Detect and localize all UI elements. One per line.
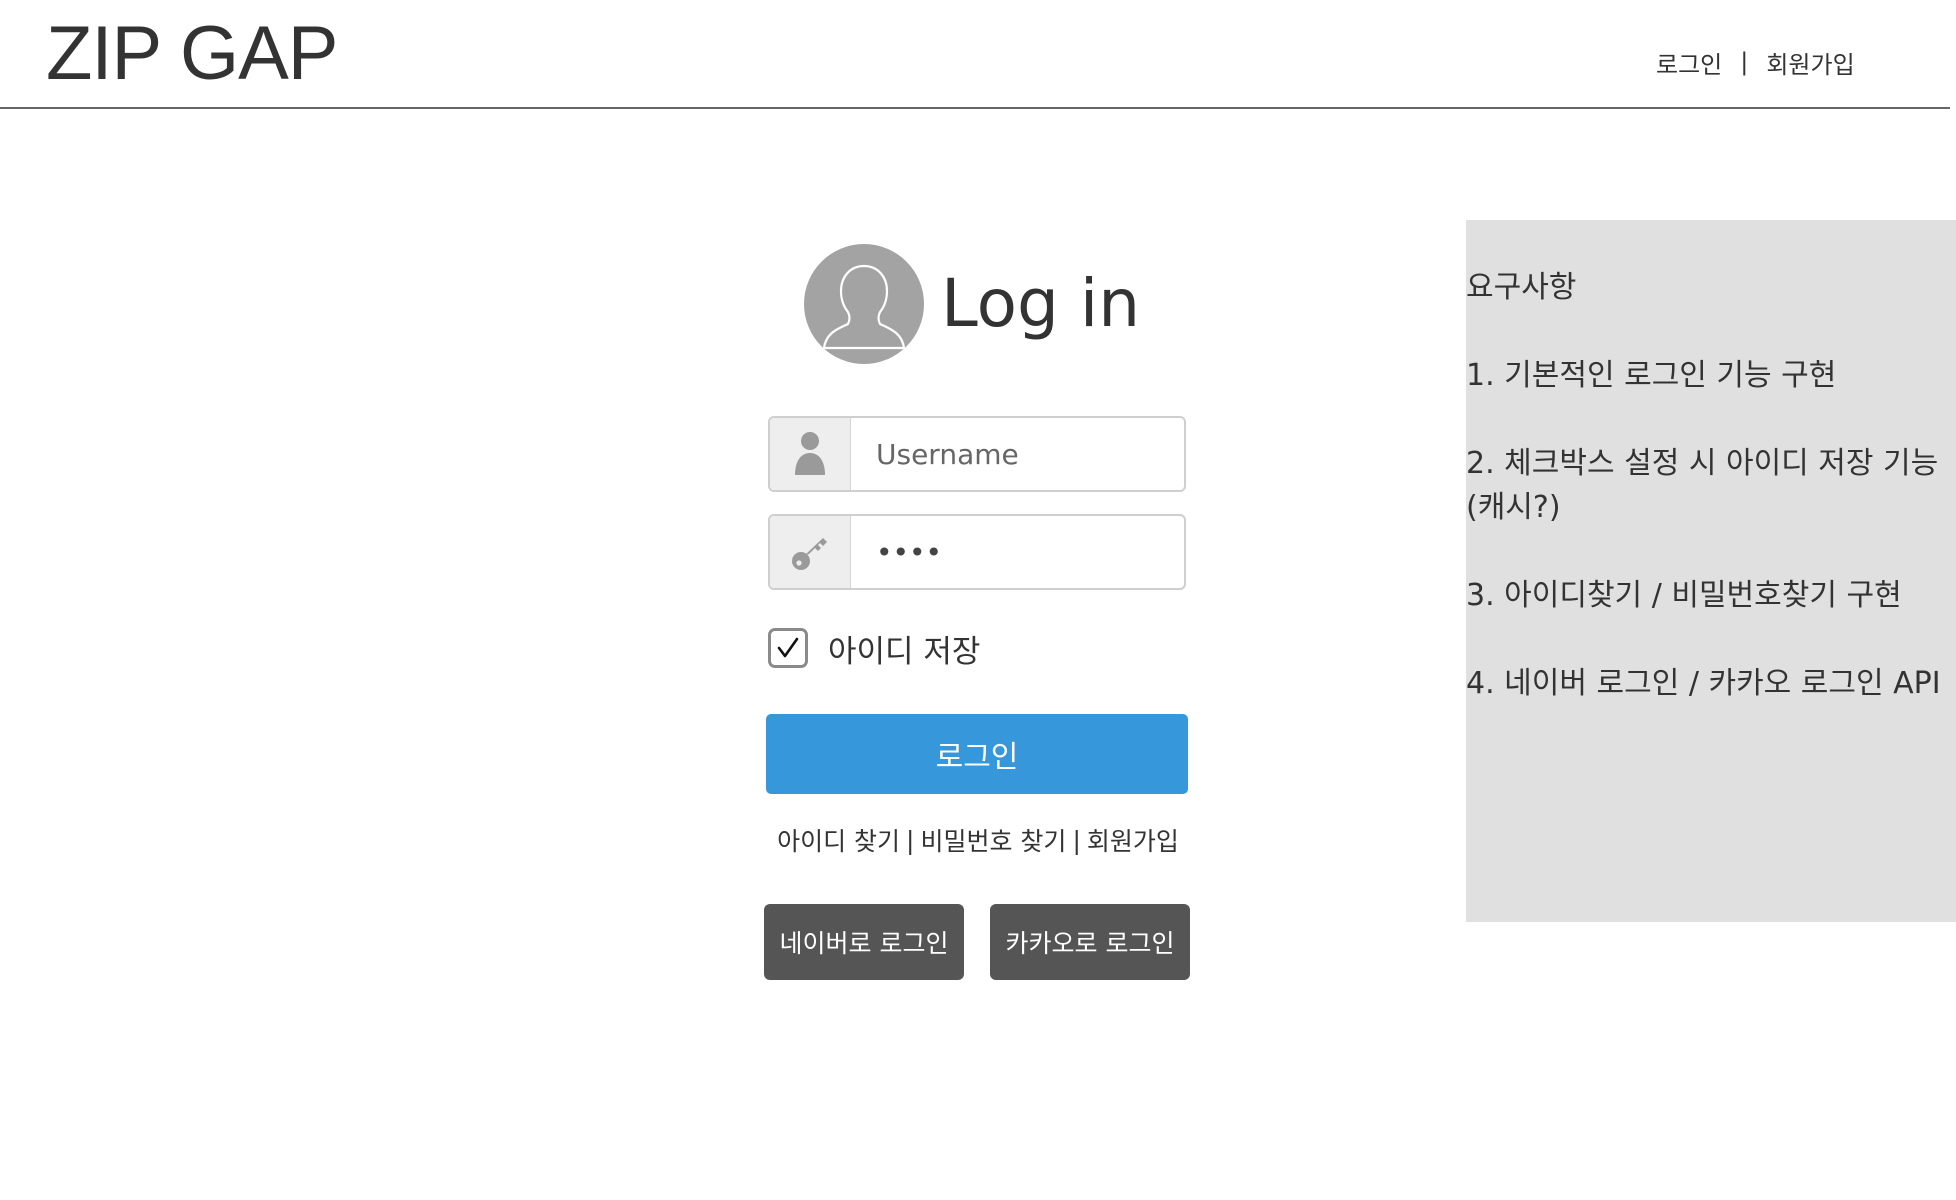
find-password-link[interactable]: 비밀번호 찾기 <box>920 822 1066 858</box>
naver-login-button[interactable]: 네이버로 로그인 <box>764 904 964 980</box>
requirements-panel: 요구사항 1. 기본적인 로그인 기능 구현 2. 체크박스 설정 시 아이디 … <box>1466 220 1956 922</box>
username-field-group <box>768 416 1186 492</box>
link-separator: | <box>1072 825 1081 855</box>
link-separator: | <box>906 825 915 855</box>
requirement-item: 2. 체크박스 설정 시 아이디 저장 기능 <box>1466 446 1939 481</box>
login-heading: Log in <box>804 244 1204 364</box>
nav-separator: | <box>1740 48 1749 76</box>
username-input[interactable] <box>850 418 1184 490</box>
signup-link[interactable]: 회원가입 <box>1087 822 1179 858</box>
nav-signup-link[interactable]: 회원가입 <box>1766 45 1854 80</box>
account-links: 아이디 찾기 | 비밀번호 찾기 | 회원가입 <box>768 820 1188 860</box>
password-input[interactable] <box>850 516 1184 588</box>
user-silhouette-icon <box>804 244 924 364</box>
login-title: Log in <box>941 265 1141 342</box>
remember-id-row: 아이디 저장 <box>768 626 980 670</box>
password-field-group <box>768 514 1186 590</box>
requirement-item: 1. 기본적인 로그인 기능 구현 <box>1466 358 1837 393</box>
requirement-item: 4. 네이버 로그인 / 카카오 로그인 API <box>1466 666 1941 701</box>
requirement-item: 3. 아이디찾기 / 비밀번호찾기 구현 <box>1466 578 1902 613</box>
remember-id-checkbox[interactable] <box>768 628 808 668</box>
user-icon <box>770 418 851 490</box>
nav-login-link[interactable]: 로그인 <box>1656 45 1722 80</box>
login-button[interactable]: 로그인 <box>766 714 1188 794</box>
remember-id-label[interactable]: 아이디 저장 <box>828 626 980 671</box>
top-nav: 로그인 | 회원가입 <box>1656 44 1855 80</box>
key-icon <box>770 516 851 588</box>
kakao-login-button[interactable]: 카카오로 로그인 <box>990 904 1190 980</box>
find-id-link[interactable]: 아이디 찾기 <box>777 822 900 858</box>
header-divider <box>0 107 1950 109</box>
requirements-title: 요구사항 <box>1466 270 1577 305</box>
check-icon <box>777 637 799 658</box>
requirement-item: (캐시?) <box>1466 490 1561 525</box>
site-logo[interactable]: ZIP GAP <box>46 6 338 102</box>
